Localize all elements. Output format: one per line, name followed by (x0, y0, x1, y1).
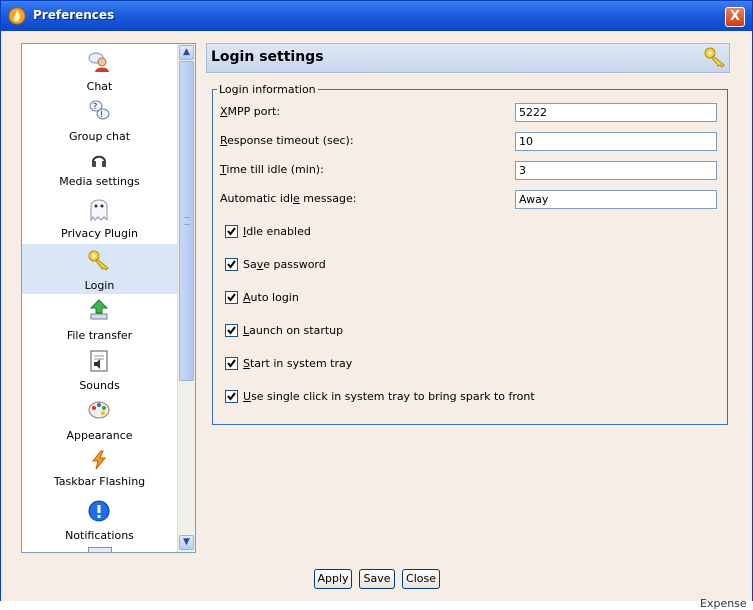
save-password-label: Save password (243, 258, 326, 271)
sidebar-item-label: Login (84, 279, 115, 292)
info-icon (88, 500, 110, 522)
login-information-group: Login information XMPP port: 5222 Respon… (212, 83, 728, 425)
launch-on-startup-checkbox[interactable] (225, 324, 238, 337)
sidebar-item-notifications[interactable]: Notifications (22, 494, 177, 544)
idle-enabled-checkbox[interactable] (225, 225, 238, 238)
sidebar-item-label: Sounds (79, 379, 120, 392)
sidebar-item-appearance[interactable]: Appearance (22, 396, 177, 444)
checkmark-icon (227, 293, 236, 302)
launch-on-startup-label: Launch on startup (243, 324, 344, 337)
auto-login-checkbox[interactable] (225, 291, 238, 304)
group-title: Login information (217, 83, 318, 96)
save-password-checkbox[interactable] (225, 258, 238, 271)
sidebar-item-media-settings[interactable]: Media settings (22, 146, 177, 190)
page-title: Login settings (211, 49, 324, 65)
sidebar-item-label: Privacy Plugin (61, 227, 138, 240)
desktop-background (0, 601, 753, 606)
spark-flame-icon (8, 7, 26, 25)
sidebar-scrollbar[interactable]: ▲ ▼ (177, 44, 195, 552)
sidebar-item-label: Chat (86, 80, 113, 93)
window-title: Preferences (33, 8, 115, 22)
key-icon (88, 250, 109, 271)
sidebar-item-login[interactable]: Login (22, 244, 177, 294)
ghost-icon (90, 199, 108, 222)
headset-icon (92, 155, 106, 167)
sidebar-item-file-transfer[interactable]: File transfer (22, 296, 177, 344)
palette-icon (88, 401, 110, 419)
auto-login-label: Auto login (243, 291, 299, 304)
sidebar-item-label: Media settings (59, 175, 140, 188)
settings-header: Login settings (206, 43, 730, 73)
sidebar-item-taskbar-flashing[interactable]: Taskbar Flashing (22, 446, 177, 492)
sidebar-item-label: Taskbar Flashing (53, 475, 146, 488)
response-timeout-input[interactable]: 10 (515, 132, 717, 151)
xmpp-port-input[interactable]: 5222 (515, 103, 717, 122)
time-till-idle-input[interactable]: 3 (515, 161, 717, 180)
sidebar-list: Chat ? ! Group chat Media settings Priva… (22, 44, 177, 552)
group-chat-icon: ? ! (89, 100, 110, 120)
file-transfer-icon (89, 299, 109, 320)
sidebar-item-label: Group chat (68, 130, 131, 143)
sidebar-item-privacy-plugin[interactable]: Privacy Plugin (22, 192, 177, 242)
sidebar-item-label: File transfer (66, 329, 133, 342)
chevron-up-icon: ▲ (183, 47, 190, 57)
response-timeout-label: Response timeout (sec): (220, 134, 354, 147)
single-click-tray-label: Use single click in system tray to bring… (243, 390, 535, 403)
save-button[interactable]: Save (359, 569, 395, 589)
checkmark-icon (227, 326, 236, 335)
checkmark-icon (227, 392, 236, 401)
start-in-tray-checkbox[interactable] (225, 357, 238, 370)
scroll-thumb[interactable] (179, 61, 194, 381)
xmpp-port-label: XMPP port: (220, 105, 281, 118)
idle-message-input[interactable]: Away (515, 190, 717, 209)
background-window-text: Expense (700, 597, 747, 610)
sidebar-item-sounds[interactable]: Sounds (22, 346, 177, 394)
apply-button[interactable]: Apply (314, 569, 352, 589)
idle-enabled-label: Idle enabled (243, 225, 311, 238)
sidebar-item-label: Notifications (65, 529, 134, 542)
sidebar-item-label: Appearance (66, 429, 133, 442)
scroll-down-button[interactable]: ▼ (179, 535, 194, 550)
sound-doc-icon (90, 350, 108, 372)
checkmark-icon (227, 359, 236, 368)
chat-person-icon (88, 52, 109, 72)
partial-item-icon (88, 547, 112, 552)
start-in-tray-label: Start in system tray (243, 357, 353, 370)
time-till-idle-label: Time till idle (min): (220, 163, 324, 176)
keys-icon (704, 47, 725, 68)
preferences-sidebar: Chat ? ! Group chat Media settings Priva… (21, 43, 196, 553)
sidebar-item-chat[interactable]: Chat (22, 46, 177, 94)
svg-text:?: ? (93, 102, 97, 111)
close-button[interactable]: Close (402, 569, 440, 589)
preferences-window: Preferences X Chat ? ! Group chat Media … (0, 0, 753, 602)
close-icon: X (729, 9, 741, 24)
checkmark-icon (227, 227, 236, 236)
scroll-up-button[interactable]: ▲ (179, 45, 194, 60)
chevron-down-icon: ▼ (183, 537, 190, 547)
idle-message-label: Automatic idle message: (220, 192, 357, 205)
grip-icon (184, 217, 190, 225)
close-window-button[interactable]: X (725, 7, 745, 27)
lightning-icon (91, 450, 107, 470)
title-bar[interactable]: Preferences X (1, 1, 752, 31)
checkmark-icon (227, 260, 236, 269)
svg-text:!: ! (100, 110, 103, 119)
single-click-tray-checkbox[interactable] (225, 390, 238, 403)
sidebar-item-group-chat[interactable]: ? ! Group chat (22, 96, 177, 144)
